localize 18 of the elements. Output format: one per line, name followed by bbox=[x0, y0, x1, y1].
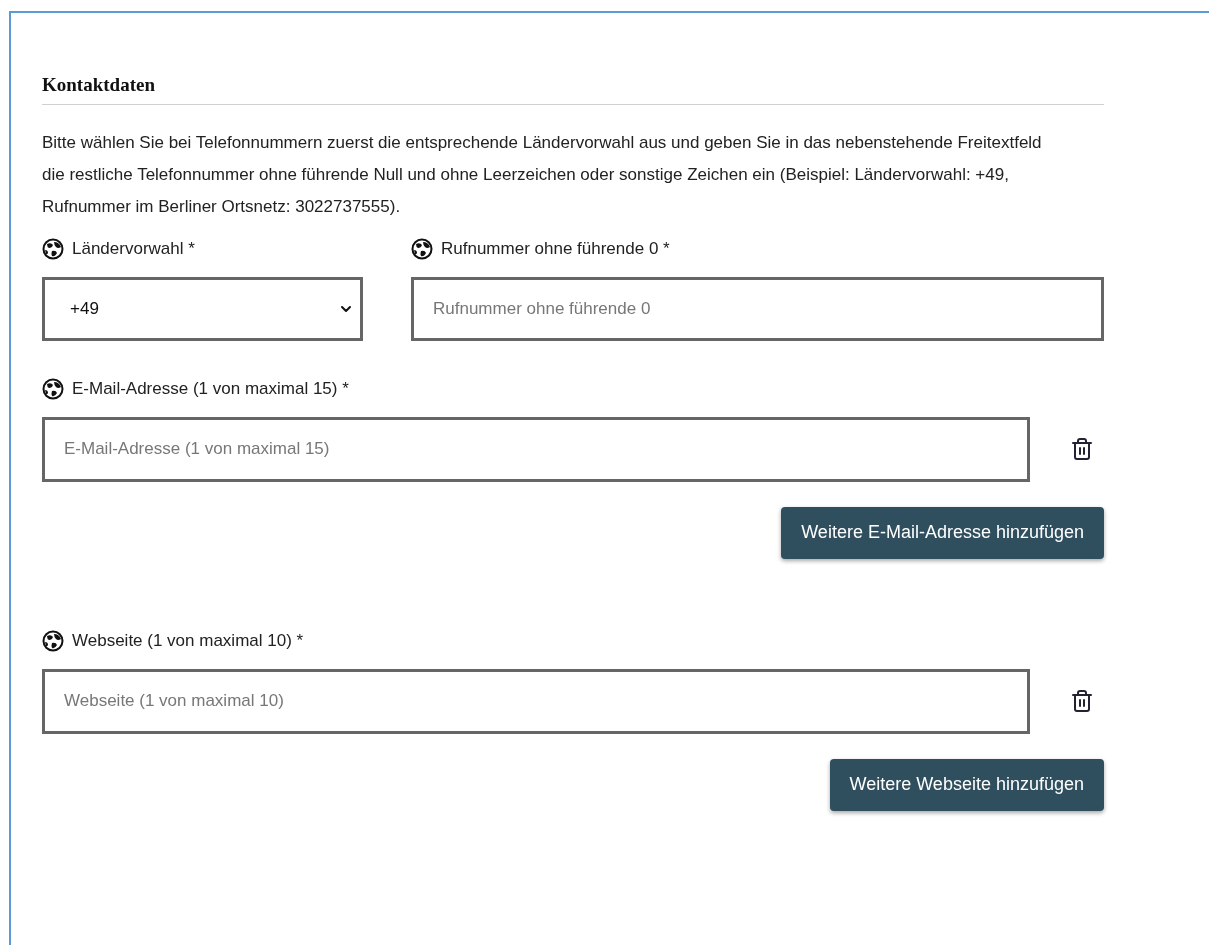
field-label: Webseite (1 von maximal 10) * bbox=[72, 629, 304, 652]
globe-icon bbox=[42, 629, 64, 652]
globe-icon bbox=[42, 237, 64, 260]
add-button[interactable]: Weitere Webseite hinzufügen bbox=[829, 758, 1104, 811]
field-label: Ländervorwahl * bbox=[72, 237, 195, 260]
text-input-field[interactable]: Webseite (1 von maximal 10) bbox=[42, 668, 1030, 734]
text-input-field[interactable]: E-Mail-Adresse (1 von maximal 15) bbox=[42, 416, 1030, 482]
phone-number-field[interactable]: Rufnummer ohne führende 0 bbox=[411, 276, 1104, 341]
field-label: Rufnummer ohne führende 0 * bbox=[441, 237, 670, 260]
intro-paragraph: Bitte wählen Sie bei Telefonnummern zuerst die entsprechende Ländervorwahl aus und geben Sie in das nebenstehende Freitextfeld die restliche Telefonnummer ohne führende Null und ohne Leerzeichen oder sonstige Zeichen ein (Beispiel: Ländervorwahl: +49, Rufnummer im Berliner Ortsnetz: 3022737555). bbox=[42, 131, 1043, 218]
trash-icon bbox=[1070, 437, 1094, 461]
add-button[interactable]: Weitere E-Mail-Adresse hinzufügen bbox=[781, 506, 1104, 559]
section-heading: Kontaktdaten bbox=[42, 71, 1104, 105]
trash-icon bbox=[1070, 689, 1094, 713]
field-label: E-Mail-Adresse (1 von maximal 15) * bbox=[72, 377, 349, 400]
country-code-select[interactable]: +49 bbox=[42, 276, 363, 341]
globe-icon bbox=[411, 237, 433, 260]
globe-icon bbox=[42, 377, 64, 400]
